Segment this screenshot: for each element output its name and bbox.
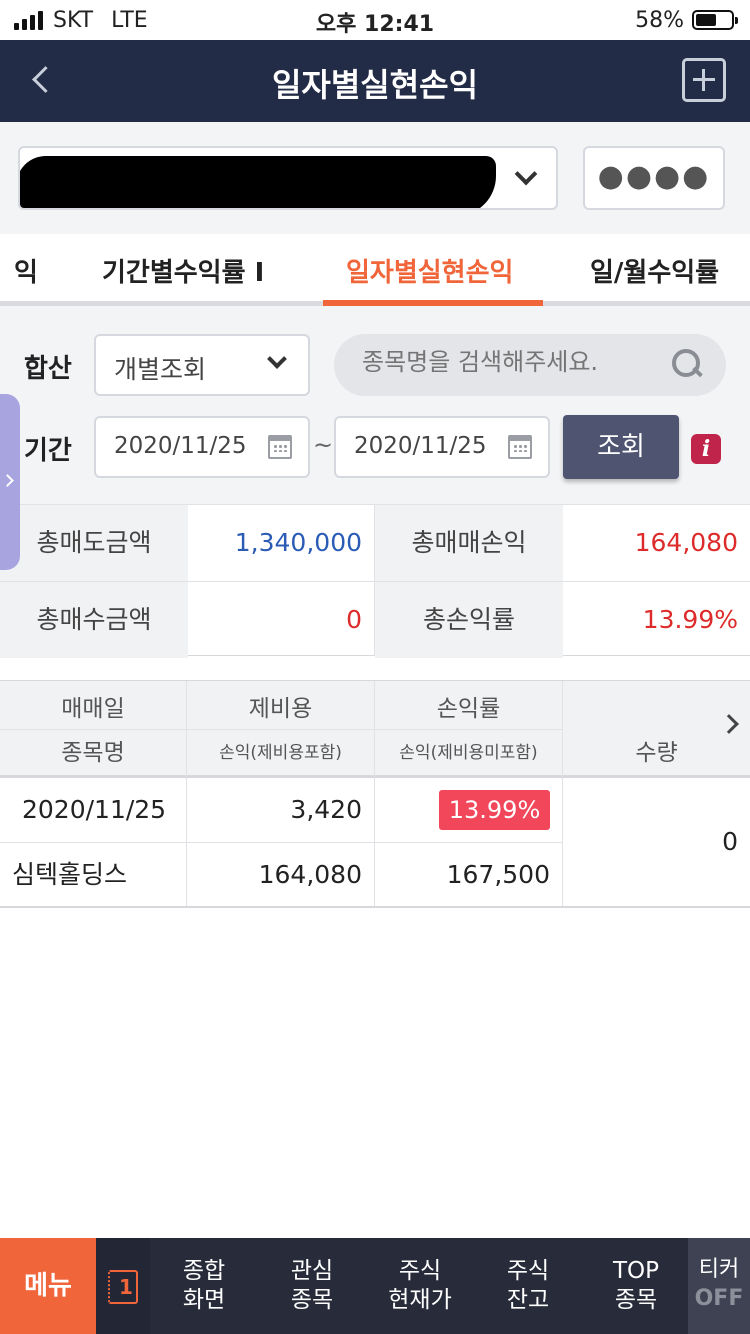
col-quantity: 수량 (635, 740, 678, 766)
app-header: 일자별실현손익 (0, 40, 750, 122)
row-pl-incl-fee: 164,080 (258, 860, 362, 889)
nav-label: 종합 (182, 1258, 226, 1284)
col-pl-excl-fee: 손익(제비용미포함) (399, 743, 538, 763)
calendar-icon[interactable] (268, 435, 292, 459)
nav-top-stocks[interactable]: TOP 종목 (582, 1238, 690, 1334)
total-buy-label: 총매수금액 (0, 582, 188, 658)
start-date-value: 2020/11/25 (114, 433, 247, 459)
header-divider (0, 729, 562, 730)
nav-label: 화면 (182, 1287, 226, 1313)
tab-partial[interactable]: 익 (14, 252, 38, 289)
sum-label: 합산 (24, 354, 72, 384)
nav-stock-price[interactable]: 주식 현재가 (366, 1238, 474, 1334)
row-fee: 3,420 (290, 795, 362, 824)
status-bar: SKT LTE 오후 12:41 58% (0, 0, 750, 40)
end-date-value: 2020/11/25 (354, 433, 487, 459)
row-col-divider (374, 778, 375, 906)
row-stock-name: 심텍홀딩스 (12, 860, 128, 889)
chevron-down-icon (514, 162, 538, 186)
col-trade-date: 매매일 (61, 696, 125, 722)
table-row[interactable]: 2020/11/25 3,420 13.99% 심텍홀딩스 164,080 16… (0, 778, 750, 908)
header-col-divider (374, 681, 375, 777)
nav-overview[interactable]: 종합 화면 (150, 1238, 258, 1334)
nav-label: 주식 (506, 1258, 550, 1284)
search-input[interactable] (362, 348, 662, 376)
query-button[interactable]: 조회 (563, 415, 679, 479)
side-drawer-handle[interactable] (0, 394, 20, 570)
ticker-state: OFF (694, 1286, 744, 1311)
nav-label: 주식 (398, 1258, 442, 1284)
total-rate-value: 13.99% (642, 605, 738, 634)
calendar-icon[interactable] (508, 435, 532, 459)
info-icon[interactable]: i (691, 434, 721, 464)
row-rate-badge: 13.99% (439, 790, 550, 830)
start-date-field[interactable]: 2020/11/25 (94, 416, 310, 478)
table-header: 매매일 제비용 손익률 종목명 손익(제비용포함) 손익(제비용미포함) 수량 (0, 680, 750, 778)
tab-daily-realized-pl[interactable]: 일자별실현손익 (346, 252, 513, 289)
bottom-nav: 메뉴 1 종합 화면 관심 종목 주식 현재가 주식 잔고 TOP 종목 티커 … (0, 1238, 750, 1334)
battery-icon (692, 10, 738, 30)
filter-panel: 합산 개별조회 기간 2020/11/25 ~ 2020/11/25 조회 i (0, 306, 750, 504)
header-col-divider (186, 681, 187, 777)
row-pl-excl-fee: 167,500 (446, 860, 550, 889)
tab-daily-monthly-return[interactable]: 일/월수익률 (590, 252, 719, 289)
nav-stock-balance[interactable]: 주식 잔고 (474, 1238, 582, 1334)
chevron-down-icon (267, 349, 287, 369)
stock-search[interactable] (334, 334, 726, 396)
battery-percent: 58% (635, 7, 684, 33)
period-label: 기간 (24, 436, 72, 466)
total-pl-label: 총매매손익 (375, 505, 563, 581)
col-fee: 제비용 (248, 696, 313, 722)
nav-watchlist[interactable]: 관심 종목 (258, 1238, 366, 1334)
total-sell-value: 1,340,000 (234, 528, 362, 557)
row-trade-date: 2020/11/25 (22, 795, 167, 824)
account-row: ●●●● (0, 122, 750, 234)
row-quantity: 0 (722, 827, 738, 856)
ticker-toggle[interactable]: 티커 OFF (688, 1238, 750, 1334)
page-title: 일자별실현손익 (271, 66, 479, 104)
account-select[interactable] (18, 146, 558, 210)
header-col-divider (562, 681, 563, 777)
mode-select-value: 개별조회 (114, 355, 207, 384)
row-divider (0, 842, 562, 843)
total-buy-value: 0 (346, 605, 362, 634)
total-sell-label: 총매도금액 (0, 505, 188, 581)
nav-label: 현재가 (388, 1287, 452, 1313)
col-rate: 손익률 (436, 696, 501, 722)
date-range-separator: ~ (313, 431, 334, 459)
add-icon[interactable] (682, 58, 726, 102)
total-pl-value: 164,080 (634, 528, 738, 557)
nav-label: 관심 (290, 1258, 334, 1284)
account-redaction (20, 156, 496, 208)
ticker-label: 티커 (698, 1257, 740, 1282)
end-date-field[interactable]: 2020/11/25 (334, 416, 550, 478)
tab-bar: 익 기간별수익률 I 일자별실현손익 일/월수익률 (0, 234, 750, 306)
nav-label: 종목 (290, 1287, 334, 1313)
menu-button[interactable]: 메뉴 (0, 1238, 96, 1334)
mode-select[interactable]: 개별조회 (94, 334, 310, 396)
nav-label: 잔고 (506, 1287, 550, 1313)
row-col-divider (186, 778, 187, 906)
screen-count: 1 (119, 1275, 133, 1299)
col-pl-incl-fee: 손익(제비용포함) (219, 743, 342, 763)
nav-label: TOP (612, 1258, 660, 1284)
open-screens-button[interactable]: 1 (96, 1238, 150, 1334)
nav-label: 종목 (614, 1287, 658, 1313)
summary-grid: 총매도금액 1,340,000 총매매손익 164,080 총매수금액 0 총손… (0, 504, 750, 658)
summary-divider (374, 504, 375, 656)
password-field[interactable]: ●●●● (583, 146, 725, 210)
total-rate-label: 총손익률 (375, 582, 563, 658)
chevron-right-icon (1, 474, 14, 487)
col-stock-name: 종목명 (61, 740, 125, 766)
tab-period-return[interactable]: 기간별수익률 I (102, 252, 264, 289)
row-col-divider (562, 778, 563, 906)
search-icon[interactable] (672, 349, 702, 379)
